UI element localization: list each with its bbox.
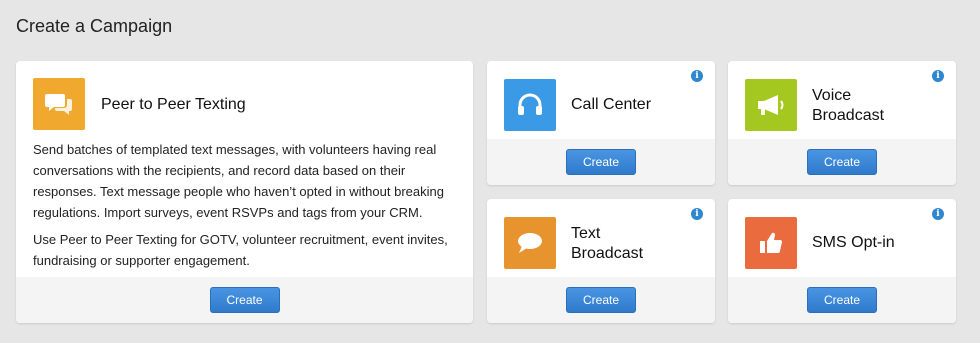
card-footer: Create [487,139,715,185]
description-paragraph: Send batches of templated text messages,… [33,142,444,220]
create-button[interactable]: Create [807,287,877,313]
card-call-center: i Call Center Create [487,61,715,185]
card-footer: Create [16,277,473,323]
create-button[interactable]: Create [209,287,280,313]
card-title: Peer to Peer Texting [101,96,246,113]
chat-bubbles-icon [33,78,85,130]
card-description: Send batches of templated text messages,… [33,139,463,271]
card-title: Call Center [571,96,652,113]
card-title: Text Broadcast [571,224,643,264]
card-footer: Create [728,139,956,185]
create-button[interactable]: Create [566,149,636,175]
card-peer-to-peer: Peer to Peer Texting Send batches of tem… [16,61,473,323]
card-title-line: Text [571,225,601,242]
card-text-broadcast: i Text Broadcast Create [487,199,715,323]
description-paragraph: Use Peer to Peer Texting for GOTV, volun… [33,232,448,268]
megaphone-icon [745,79,797,131]
card-title-line: Broadcast [812,107,885,124]
card-footer: Create [487,277,715,323]
card-title-line: Voice [812,87,852,104]
card-title: Voice Broadcast [812,86,884,126]
headset-icon [504,79,556,131]
info-icon[interactable]: i [691,208,703,220]
page-title: Create a Campaign [16,16,173,36]
speech-bubble-icon [504,217,556,269]
card-sms-optin: i SMS Opt-in Create [728,199,956,323]
card-title-line: Broadcast [571,245,644,262]
info-icon[interactable]: i [691,70,703,82]
card-footer: Create [728,277,956,323]
create-button[interactable]: Create [566,287,636,313]
create-button[interactable]: Create [807,149,877,175]
thumbs-up-icon [745,217,797,269]
info-icon[interactable]: i [932,208,944,220]
info-icon[interactable]: i [932,70,944,82]
card-voice-broadcast: i Voice Broadcast Create [728,61,956,185]
card-title: SMS Opt-in [812,234,895,251]
